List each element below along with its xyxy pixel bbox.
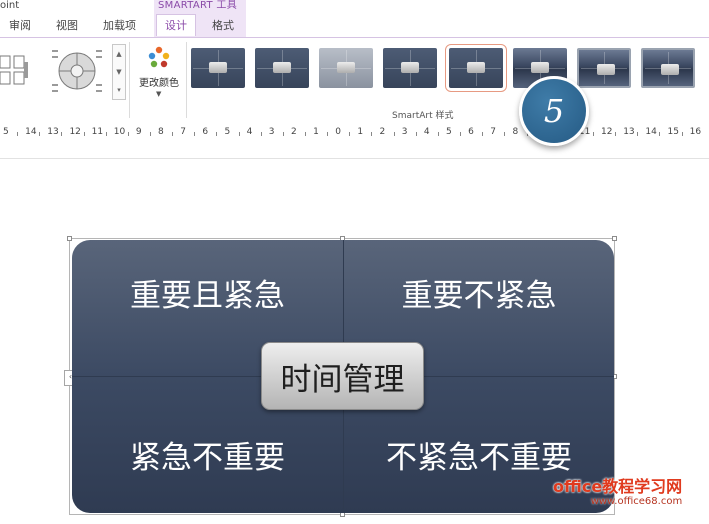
smartart-style-7[interactable] [577, 48, 631, 88]
center-shape[interactable]: 时间管理 [261, 342, 424, 410]
layout-gallery-scrollbar[interactable]: ▲ ▼ ▾ [112, 44, 126, 100]
ruler-tick-label: 6 [202, 127, 209, 137]
smartart-style-2[interactable] [255, 48, 309, 88]
ruler-tick-label: 1 [313, 127, 319, 137]
ruler-minor-tick [415, 132, 417, 136]
ruler-divider [0, 158, 709, 159]
ruler-minor-tick [659, 132, 661, 136]
ruler-tick-label: 12 [601, 127, 613, 137]
palette-icon [148, 46, 170, 68]
chevron-down-icon: ▼ [156, 90, 162, 98]
ruler-minor-tick [615, 132, 617, 136]
ruler-tick-label: 3 [268, 127, 275, 137]
group-separator [129, 42, 130, 118]
ruler-minor-tick [437, 132, 439, 136]
ruler-minor-tick [194, 132, 196, 136]
ruler-tick-label: 13 [623, 127, 635, 137]
ruler-tick-label: 15 [667, 127, 679, 137]
ruler-minor-tick [39, 132, 41, 136]
ribbon-panel: ▲ ▼ ▾ 更改颜色 ▼ SmartArt 样式 [0, 37, 709, 125]
ruler-minor-tick [460, 132, 462, 136]
ruler-minor-tick [83, 132, 85, 136]
ruler-minor-tick [127, 132, 129, 136]
tab-addins[interactable]: 加载项 [103, 19, 136, 33]
ruler-minor-tick [482, 132, 484, 136]
ruler-tick-label: 3 [401, 127, 408, 137]
ruler-tick-label: 8 [158, 127, 164, 137]
ruler-minor-tick [105, 132, 107, 136]
ruler-minor-tick [349, 132, 351, 136]
ruler-minor-tick [637, 132, 639, 136]
ruler-minor-tick [216, 132, 218, 136]
ruler-minor-tick [260, 132, 262, 136]
smartart-style-3[interactable] [319, 48, 373, 88]
ruler-tick-label: 10 [113, 127, 126, 137]
ruler-tick-label: 5 [446, 127, 452, 137]
ruler-minor-tick [504, 132, 506, 136]
ruler-tick-label: 14 [25, 127, 37, 137]
ruler-tick-label: 16 [689, 127, 702, 137]
ruler-minor-tick [172, 132, 174, 136]
ruler-tick-label: 8 [512, 127, 519, 137]
ruler-tick-label: 6 [468, 127, 474, 137]
ruler-minor-tick [327, 132, 329, 136]
scroll-down-icon[interactable]: ▼ [116, 67, 121, 77]
layout-thumb-2[interactable] [52, 46, 102, 96]
smartart-styles-group-label: SmartArt 样式 [392, 111, 454, 121]
ruler-tick-label: 4 [423, 127, 430, 137]
ruler-minor-tick [282, 132, 284, 136]
ruler-tick-label: 5 [3, 127, 9, 137]
ruler-tick-label: 11 [91, 127, 104, 137]
ruler-minor-tick [371, 132, 373, 136]
app-title: oint [0, 0, 20, 11]
contextual-group-title: SMARTART 工具 [158, 0, 238, 11]
smartart-style-8[interactable] [641, 48, 695, 88]
watermark: office教程学习网 www.office68.com [553, 478, 682, 508]
smartart-style-5-selected[interactable] [445, 44, 507, 92]
ruler-tick-label: 2 [379, 127, 386, 137]
watermark-url: www.office68.com [590, 496, 683, 507]
tab-review[interactable]: 审阅 [9, 19, 31, 33]
ruler-minor-tick [592, 132, 594, 136]
ruler-minor-tick [681, 132, 683, 136]
ruler-tick-label: 12 [69, 127, 81, 137]
watermark-title: office教程学习网 [553, 477, 683, 496]
group-separator [186, 42, 187, 118]
ruler-minor-tick [393, 132, 395, 136]
scroll-up-icon[interactable]: ▲ [116, 49, 121, 59]
ruler-tick-label: 13 [47, 127, 59, 137]
ruler-tick-label: 4 [246, 127, 253, 137]
ruler-tick-label: 7 [490, 127, 497, 137]
ruler-tick-label: 14 [645, 127, 657, 137]
ruler-minor-tick [61, 132, 63, 136]
smartart-style-4[interactable] [383, 48, 437, 88]
gallery-more-icon[interactable]: ▾ [117, 85, 121, 95]
ruler-tick-label: 7 [180, 127, 186, 137]
change-colors-label: 更改颜色 [139, 78, 179, 89]
ruler-minor-tick [17, 132, 19, 136]
ruler-tick-label: 9 [135, 127, 142, 137]
ruler-tick-label: 5 [224, 127, 231, 137]
step-number-badge: 5 [519, 76, 589, 146]
tab-view[interactable]: 视图 [56, 19, 78, 33]
change-colors-button[interactable]: 更改颜色 ▼ [134, 46, 184, 108]
ruler-minor-tick [149, 132, 151, 136]
ruler-tick-label: 0 [335, 127, 341, 137]
layout-thumb-1[interactable] [0, 46, 44, 96]
ruler-minor-tick [305, 132, 307, 136]
ruler-tick-label: 2 [290, 127, 297, 137]
resize-handle-top-right[interactable] [612, 236, 617, 241]
ruler-minor-tick [238, 132, 240, 136]
smartart-style-1[interactable] [191, 48, 245, 88]
ruler-tick-label: 1 [357, 127, 364, 137]
resize-handle-top-left[interactable] [67, 236, 72, 241]
horizontal-ruler: 5141312111098765432101234567891011121314… [0, 124, 709, 144]
tab-format[interactable]: 格式 [212, 19, 234, 33]
tab-design[interactable]: 设计 [156, 14, 196, 36]
